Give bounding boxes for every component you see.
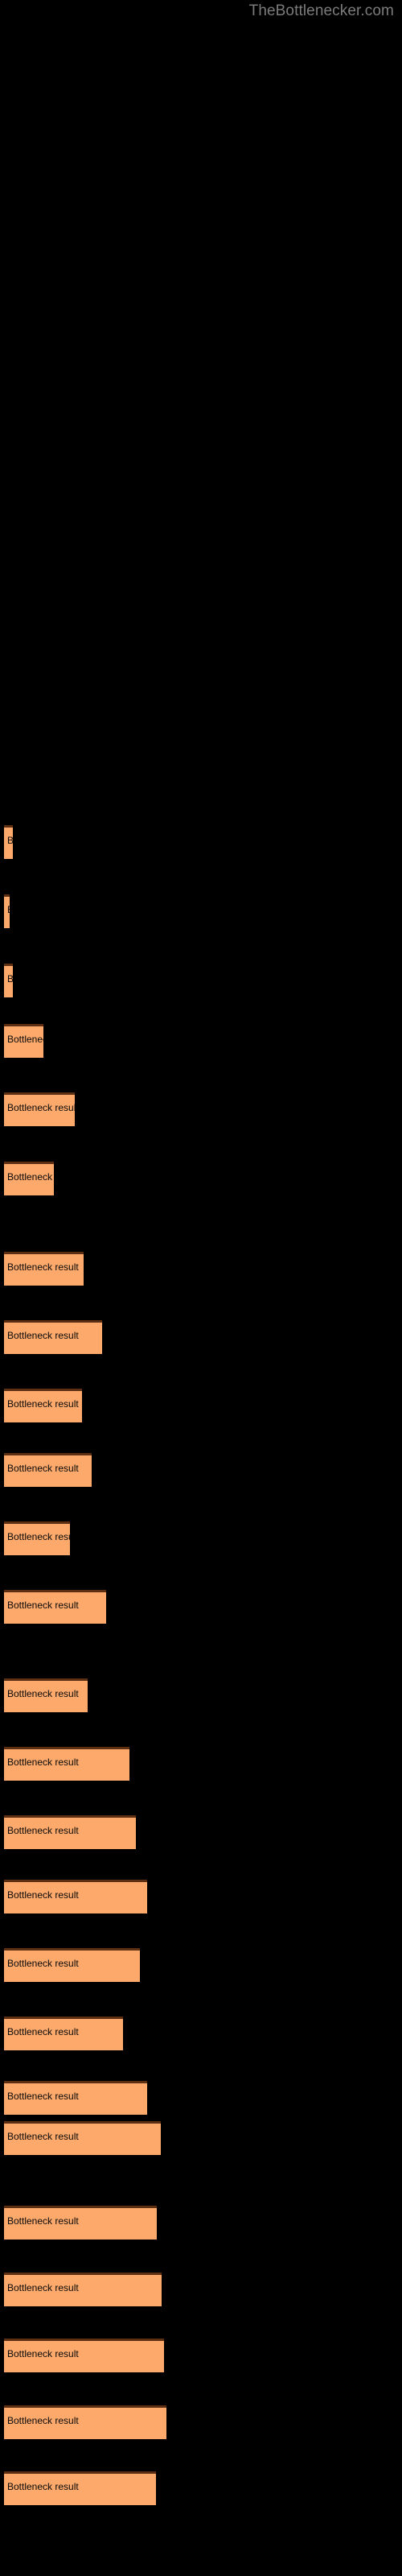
bar-label: Bottleneck result [7, 1531, 70, 1542]
bar-label: Bottleneck result [7, 2091, 79, 2102]
bar-label: Bottleneck result [7, 2415, 79, 2426]
bar-label: Bottleneck result [7, 1889, 79, 1901]
bar-row: Bottleneck result [0, 2081, 402, 2116]
bar-bottleneck-result[interactable]: Bottleneck result [4, 1162, 54, 1195]
bar-row: Bottleneck result [0, 2339, 402, 2374]
bar-label: Bottleneck result [7, 1034, 43, 1045]
bar-label: Bottleneck result [7, 1825, 79, 1836]
bar-bottleneck-result[interactable]: Bottleneck result [4, 1453, 92, 1487]
bar-label: Bottleneck result [7, 2215, 79, 2227]
bar-bottleneck-result[interactable]: Bottleneck result [4, 2017, 123, 2050]
bar-row: Bottleneck result [0, 1880, 402, 1915]
bar-bottleneck-result[interactable]: Bottleneck result [4, 2206, 157, 2240]
bar-label: Bottleneck result [7, 835, 13, 846]
bar-label: Bottleneck result [7, 973, 13, 985]
bar-bottleneck-result[interactable]: Bottleneck result [4, 1092, 75, 1126]
bar-bottleneck-result[interactable]: Bottleneck result [4, 1747, 129, 1781]
bar-row: Bottleneck result [0, 2206, 402, 2241]
bar-row: Bottleneck result [0, 1678, 402, 1714]
bar-row: Bottleneck result [0, 825, 402, 861]
bar-label: Bottleneck result [7, 2131, 79, 2142]
page-root: TheBottlenecker.com Bottleneck resultBot… [0, 0, 402, 2576]
bar-label: Bottleneck result [7, 1398, 79, 1410]
bar-bottleneck-result[interactable]: Bottleneck result [4, 1252, 84, 1286]
bar-chart-plot-area: Bottleneck result Bottleneck result Bottle… [0, 0, 402, 2576]
bar-row: Bottleneck result [0, 1320, 402, 1356]
bar-label: Bottleneck result [7, 1463, 79, 1474]
bar-row: Bottleneck result [0, 2273, 402, 2308]
bar-label: Bottleneck result [7, 1102, 75, 1113]
bar-label: Bottleneck result [7, 1958, 79, 1969]
bar-bottleneck-result[interactable]: Bottleneck result [4, 2081, 147, 2115]
bar-bottleneck-result[interactable]: Bottleneck result [4, 1320, 102, 1354]
bar-bottleneck-result[interactable]: Bottleneck result [4, 2471, 156, 2505]
bar-bottleneck-result[interactable]: Bottleneck result [4, 2121, 161, 2155]
bar-bottleneck-result[interactable]: Bottleneck result [4, 964, 13, 997]
bar-row: Bottleneck result [0, 1521, 402, 1557]
bar-label: Bottleneck result [7, 2026, 79, 2037]
bar-row: Bottleneck result [0, 1389, 402, 1424]
bar-row: Bottleneck result [0, 1948, 402, 1984]
bar-label: Bottleneck result [7, 1600, 79, 1611]
bar-row: Bottleneck result [0, 1453, 402, 1488]
bar-row: Bottleneck result [0, 2405, 402, 2441]
bar-bottleneck-result[interactable]: Bottleneck result [4, 2339, 164, 2372]
bar-row: Bottleneck result [0, 2121, 402, 2157]
bar-row: Bottleneck result [0, 2017, 402, 2052]
bar-bottleneck-result[interactable]: Bottleneck result [4, 2405, 166, 2439]
bar-label: Bottleneck result [7, 2282, 79, 2293]
bar-row: Bottleneck result [0, 1747, 402, 1782]
bar-label: Bottleneck result [7, 1688, 79, 1699]
bar-row: Bottleneck result [0, 1162, 402, 1197]
bar-label: Bottleneck result [7, 1330, 79, 1341]
bar-row: Bottleneck result [0, 964, 402, 999]
bar-row: Bottleneck result [0, 894, 402, 930]
bar-label: Bottleneck result [7, 1261, 79, 1273]
bar-bottleneck-result[interactable]: Bottleneck result [4, 1590, 106, 1624]
bar-bottleneck-result[interactable]: Bottleneck result [4, 1024, 43, 1058]
bar-row: Bottleneck result [0, 1815, 402, 1851]
bar-row: Bottleneck result [0, 1024, 402, 1059]
bar-row: Bottleneck result [0, 2471, 402, 2507]
bar-label: Bottleneck result [7, 2481, 79, 2492]
bar-bottleneck-result[interactable]: Bottleneck result [4, 2273, 162, 2306]
bar-bottleneck-result[interactable]: Bottleneck result [4, 1389, 82, 1422]
bar-bottleneck-result[interactable]: Bottleneck result [4, 1815, 136, 1849]
bar-label: Bottleneck result [7, 904, 10, 915]
bar-bottleneck-result[interactable]: Bottleneck result [4, 1521, 70, 1555]
bar-label: Bottleneck result [7, 1757, 79, 1768]
bar-label: Bottleneck result [7, 2348, 79, 2359]
bar-bottleneck-result[interactable]: Bottleneck result [4, 1678, 88, 1712]
bar-bottleneck-result[interactable]: Bottleneck result [4, 1948, 140, 1982]
bar-bottleneck-result[interactable]: Bottleneck result [4, 894, 10, 928]
bar-row: Bottleneck result [0, 1252, 402, 1287]
bar-label: Bottleneck result [7, 1171, 54, 1183]
bar-row: Bottleneck result [0, 1590, 402, 1625]
bar-row: Bottleneck result [0, 1092, 402, 1128]
bar-bottleneck-result[interactable]: Bottleneck result [4, 1880, 147, 1913]
bar-bottleneck-result[interactable]: Bottleneck result [4, 825, 13, 859]
